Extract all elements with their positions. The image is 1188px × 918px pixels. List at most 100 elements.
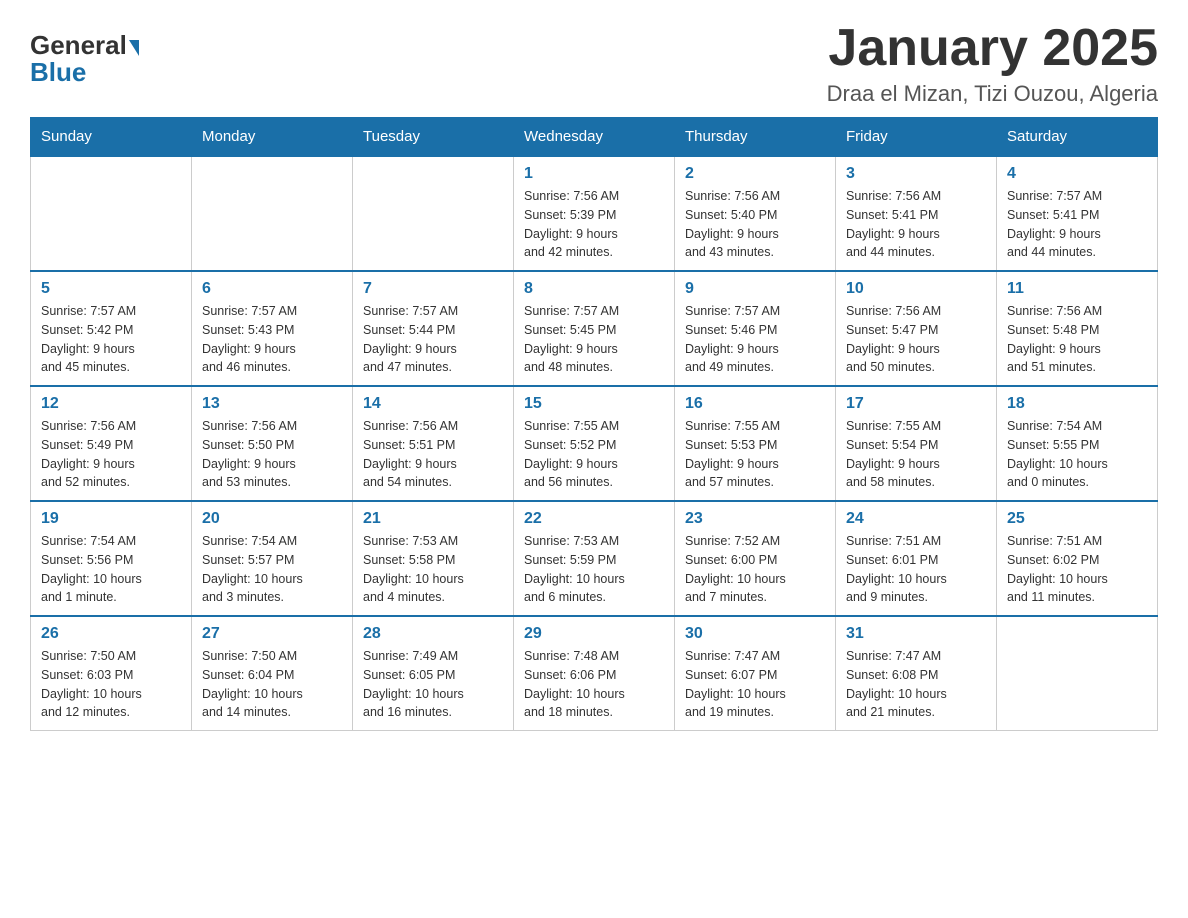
day-number: 14 [363, 395, 503, 413]
day-number: 28 [363, 625, 503, 643]
day-number: 2 [685, 165, 825, 183]
day-number: 19 [41, 510, 181, 528]
calendar-cell: 3Sunrise: 7:56 AM Sunset: 5:41 PM Daylig… [836, 156, 997, 271]
day-number: 26 [41, 625, 181, 643]
day-info: Sunrise: 7:57 AM Sunset: 5:44 PM Dayligh… [363, 302, 503, 377]
column-header-saturday: Saturday [997, 118, 1158, 157]
day-info: Sunrise: 7:56 AM Sunset: 5:50 PM Dayligh… [202, 417, 342, 492]
day-number: 27 [202, 625, 342, 643]
day-info: Sunrise: 7:54 AM Sunset: 5:55 PM Dayligh… [1007, 417, 1147, 492]
calendar-cell [31, 156, 192, 271]
logo-arrow-icon [129, 40, 139, 56]
day-number: 11 [1007, 280, 1147, 298]
title-block: January 2025 Draa el Mizan, Tizi Ouzou, … [827, 20, 1158, 107]
calendar-cell: 7 Sunrise: 7:57 AM Sunset: 5:44 PM Daylig… [353, 271, 514, 386]
day-info: Sunrise: 7:57 AM Sunset: 5:45 PM Dayligh… [524, 302, 664, 377]
day-info: Sunrise: 7:50 AM Sunset: 6:03 PM Dayligh… [41, 647, 181, 722]
day-info: Sunrise: 7:47 AM Sunset: 6:07 PM Dayligh… [685, 647, 825, 722]
day-info: Sunrise: 7:56 AM Sunset: 5:40 PM Dayligh… [685, 187, 825, 262]
week-row-1: 1Sunrise: 7:56 AM Sunset: 5:39 PM Daylig… [31, 156, 1158, 271]
calendar-cell: 28 Sunrise: 7:49 AM Sunset: 6:05 PM Dayli… [353, 616, 514, 731]
week-row-2: 5 Sunrise: 7:57 AM Sunset: 5:42 PM Daylig… [31, 271, 1158, 386]
calendar-cell [997, 616, 1158, 731]
day-number: 9 [685, 280, 825, 298]
day-number: 29 [524, 625, 664, 643]
day-info: Sunrise: 7:47 AM Sunset: 6:08 PM Dayligh… [846, 647, 986, 722]
calendar-title: January 2025 [827, 20, 1158, 77]
day-number: 10 [846, 280, 986, 298]
day-number: 12 [41, 395, 181, 413]
column-header-tuesday: Tuesday [353, 118, 514, 157]
day-number: 18 [1007, 395, 1147, 413]
day-info: Sunrise: 7:55 AM Sunset: 5:53 PM Dayligh… [685, 417, 825, 492]
column-header-monday: Monday [192, 118, 353, 157]
calendar-cell [192, 156, 353, 271]
day-number: 24 [846, 510, 986, 528]
week-row-4: 19 Sunrise: 7:54 AM Sunset: 5:56 PM Dayli… [31, 501, 1158, 616]
calendar-header-row: SundayMondayTuesdayWednesdayThursdayFrid… [31, 118, 1158, 157]
week-row-3: 12 Sunrise: 7:56 AM Sunset: 5:49 PM Dayli… [31, 386, 1158, 501]
day-info: Sunrise: 7:57 AM Sunset: 5:46 PM Dayligh… [685, 302, 825, 377]
day-info: Sunrise: 7:54 AM Sunset: 5:56 PM Dayligh… [41, 532, 181, 607]
calendar-cell: 16 Sunrise: 7:55 AM Sunset: 5:53 PM Dayli… [675, 386, 836, 501]
column-header-wednesday: Wednesday [514, 118, 675, 157]
day-number: 15 [524, 395, 664, 413]
day-number: 21 [363, 510, 503, 528]
calendar-cell: 14 Sunrise: 7:56 AM Sunset: 5:51 PM Dayli… [353, 386, 514, 501]
day-info: Sunrise: 7:56 AM Sunset: 5:48 PM Dayligh… [1007, 302, 1147, 377]
calendar-cell: 5 Sunrise: 7:57 AM Sunset: 5:42 PM Daylig… [31, 271, 192, 386]
day-number: 31 [846, 625, 986, 643]
day-info: Sunrise: 7:55 AM Sunset: 5:54 PM Dayligh… [846, 417, 986, 492]
day-info: Sunrise: 7:53 AM Sunset: 5:59 PM Dayligh… [524, 532, 664, 607]
day-info: Sunrise: 7:51 AM Sunset: 6:02 PM Dayligh… [1007, 532, 1147, 607]
day-number: 17 [846, 395, 986, 413]
logo: General Blue [30, 30, 139, 88]
calendar-cell: 19 Sunrise: 7:54 AM Sunset: 5:56 PM Dayli… [31, 501, 192, 616]
column-header-sunday: Sunday [31, 118, 192, 157]
calendar-cell: 4Sunrise: 7:57 AM Sunset: 5:41 PM Daylig… [997, 156, 1158, 271]
calendar-cell: 25 Sunrise: 7:51 AM Sunset: 6:02 PM Dayli… [997, 501, 1158, 616]
day-info: Sunrise: 7:57 AM Sunset: 5:42 PM Dayligh… [41, 302, 181, 377]
calendar-cell: 24 Sunrise: 7:51 AM Sunset: 6:01 PM Dayli… [836, 501, 997, 616]
calendar-cell: 9 Sunrise: 7:57 AM Sunset: 5:46 PM Daylig… [675, 271, 836, 386]
calendar-cell: 21 Sunrise: 7:53 AM Sunset: 5:58 PM Dayli… [353, 501, 514, 616]
day-number: 25 [1007, 510, 1147, 528]
calendar-cell: 1Sunrise: 7:56 AM Sunset: 5:39 PM Daylig… [514, 156, 675, 271]
calendar-cell: 17 Sunrise: 7:55 AM Sunset: 5:54 PM Dayli… [836, 386, 997, 501]
page-header: General Blue January 2025 Draa el Mizan,… [30, 20, 1158, 107]
calendar-subtitle: Draa el Mizan, Tizi Ouzou, Algeria [827, 81, 1158, 107]
column-header-thursday: Thursday [675, 118, 836, 157]
calendar-cell: 31 Sunrise: 7:47 AM Sunset: 6:08 PM Dayli… [836, 616, 997, 731]
day-info: Sunrise: 7:57 AM Sunset: 5:41 PM Dayligh… [1007, 187, 1147, 262]
day-info: Sunrise: 7:56 AM Sunset: 5:49 PM Dayligh… [41, 417, 181, 492]
day-info: Sunrise: 7:51 AM Sunset: 6:01 PM Dayligh… [846, 532, 986, 607]
day-info: Sunrise: 7:54 AM Sunset: 5:57 PM Dayligh… [202, 532, 342, 607]
calendar-cell: 13 Sunrise: 7:56 AM Sunset: 5:50 PM Dayli… [192, 386, 353, 501]
calendar-cell: 22Sunrise: 7:53 AM Sunset: 5:59 PM Dayli… [514, 501, 675, 616]
logo-blue-text: Blue [30, 57, 86, 88]
day-info: Sunrise: 7:55 AM Sunset: 5:52 PM Dayligh… [524, 417, 664, 492]
day-number: 5 [41, 280, 181, 298]
day-info: Sunrise: 7:52 AM Sunset: 6:00 PM Dayligh… [685, 532, 825, 607]
calendar-table: SundayMondayTuesdayWednesdayThursdayFrid… [30, 117, 1158, 731]
calendar-cell: 20 Sunrise: 7:54 AM Sunset: 5:57 PM Dayli… [192, 501, 353, 616]
calendar-cell: 29Sunrise: 7:48 AM Sunset: 6:06 PM Dayli… [514, 616, 675, 731]
column-header-friday: Friday [836, 118, 997, 157]
day-number: 16 [685, 395, 825, 413]
calendar-cell: 8Sunrise: 7:57 AM Sunset: 5:45 PM Daylig… [514, 271, 675, 386]
calendar-cell: 12 Sunrise: 7:56 AM Sunset: 5:49 PM Dayli… [31, 386, 192, 501]
calendar-cell: 10Sunrise: 7:56 AM Sunset: 5:47 PM Dayli… [836, 271, 997, 386]
day-number: 7 [363, 280, 503, 298]
calendar-cell [353, 156, 514, 271]
day-info: Sunrise: 7:49 AM Sunset: 6:05 PM Dayligh… [363, 647, 503, 722]
day-info: Sunrise: 7:56 AM Sunset: 5:51 PM Dayligh… [363, 417, 503, 492]
day-number: 20 [202, 510, 342, 528]
day-number: 13 [202, 395, 342, 413]
calendar-cell: 30Sunrise: 7:47 AM Sunset: 6:07 PM Dayli… [675, 616, 836, 731]
calendar-cell: 27 Sunrise: 7:50 AM Sunset: 6:04 PM Dayli… [192, 616, 353, 731]
day-info: Sunrise: 7:57 AM Sunset: 5:43 PM Dayligh… [202, 302, 342, 377]
day-number: 1 [524, 165, 664, 183]
day-info: Sunrise: 7:53 AM Sunset: 5:58 PM Dayligh… [363, 532, 503, 607]
day-info: Sunrise: 7:50 AM Sunset: 6:04 PM Dayligh… [202, 647, 342, 722]
day-info: Sunrise: 7:56 AM Sunset: 5:41 PM Dayligh… [846, 187, 986, 262]
